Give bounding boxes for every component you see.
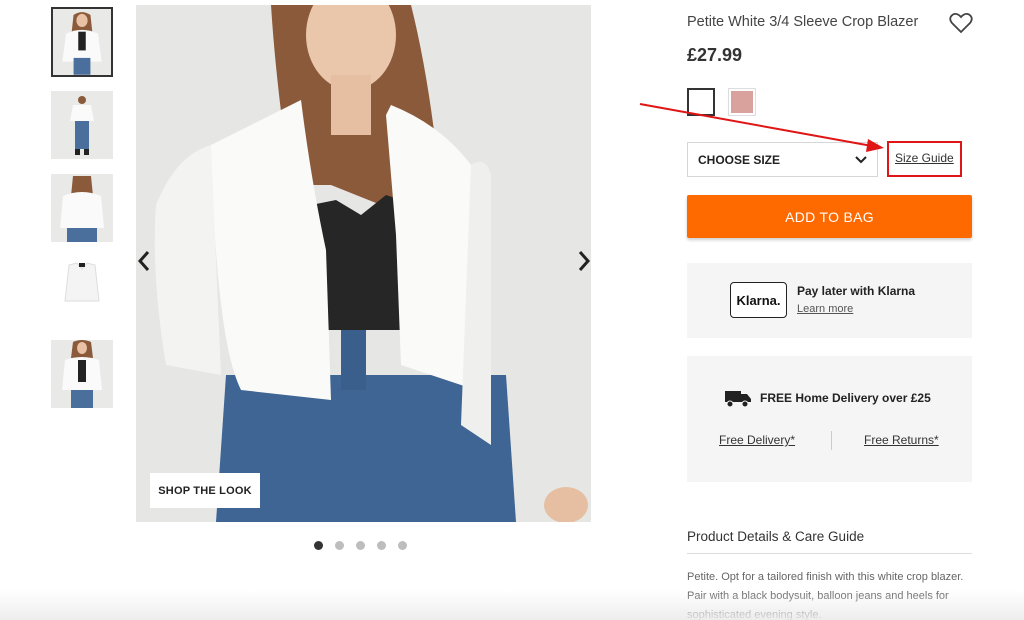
- free-delivery-link[interactable]: Free Delivery*: [719, 433, 795, 447]
- size-dropdown[interactable]: CHOOSE SIZE: [687, 142, 878, 177]
- delivery-divider: [831, 431, 832, 450]
- annotation-highlight-box: [887, 141, 962, 177]
- product-title: Petite White 3/4 Sleeve Crop Blazer: [687, 14, 919, 30]
- chevron-right-icon: [578, 251, 591, 271]
- size-dropdown-label: CHOOSE SIZE: [698, 152, 781, 167]
- product-photo-thumbnail: [51, 257, 113, 325]
- shop-the-look-button[interactable]: SHOP THE LOOK: [150, 473, 260, 508]
- product-photo-thumbnail: [51, 174, 113, 242]
- divider: [687, 553, 972, 554]
- add-to-bag-button[interactable]: ADD TO BAG: [687, 195, 972, 238]
- carousel-dot[interactable]: [335, 541, 344, 550]
- product-photo-thumbnail: [51, 91, 113, 159]
- carousel-dot[interactable]: [356, 541, 365, 550]
- carousel-dots: [314, 541, 407, 550]
- heart-icon: [949, 13, 973, 34]
- klarna-learn-more-link[interactable]: Learn more: [797, 303, 853, 315]
- product-details-heading[interactable]: Product Details & Care Guide: [687, 529, 864, 544]
- carousel-dot[interactable]: [377, 541, 386, 550]
- product-photo-thumbnail: [53, 9, 111, 75]
- thumbnail-back[interactable]: [51, 174, 113, 242]
- product-description: Petite. Opt for a tailored finish with t…: [687, 571, 964, 620]
- delivery-title: FREE Home Delivery over £25: [760, 391, 931, 405]
- thumbnail-flat[interactable]: [51, 257, 113, 325]
- thumbnail-side[interactable]: [51, 340, 113, 408]
- chevron-left-icon: [137, 251, 150, 271]
- next-image-button[interactable]: [574, 249, 594, 273]
- main-product-image: [136, 5, 591, 522]
- delivery-panel: FREE Home Delivery over £25 Free Deliver…: [687, 356, 972, 482]
- swatch-color: [731, 91, 753, 113]
- carousel-dot[interactable]: [398, 541, 407, 550]
- klarna-panel: Klarna. Pay later with Klarna Learn more: [687, 263, 972, 338]
- product-price: £27.99: [687, 45, 743, 65]
- klarna-title: Pay later with Klarna: [797, 284, 916, 298]
- previous-image-button[interactable]: [134, 249, 154, 273]
- product-photo-thumbnail: [51, 340, 113, 408]
- free-returns-link[interactable]: Free Returns*: [864, 433, 939, 447]
- thumbnail-front[interactable]: [51, 7, 113, 77]
- swatch-white[interactable]: [687, 88, 715, 116]
- chevron-down-icon: [855, 155, 867, 163]
- carousel-dot[interactable]: [314, 541, 323, 550]
- klarna-logo: Klarna.: [730, 282, 787, 318]
- thumbnail-full-length[interactable]: [51, 91, 113, 159]
- truck-icon: [725, 391, 751, 408]
- model-photo: [136, 5, 591, 522]
- swatch-pink[interactable]: [728, 88, 756, 116]
- wishlist-button[interactable]: [949, 12, 973, 34]
